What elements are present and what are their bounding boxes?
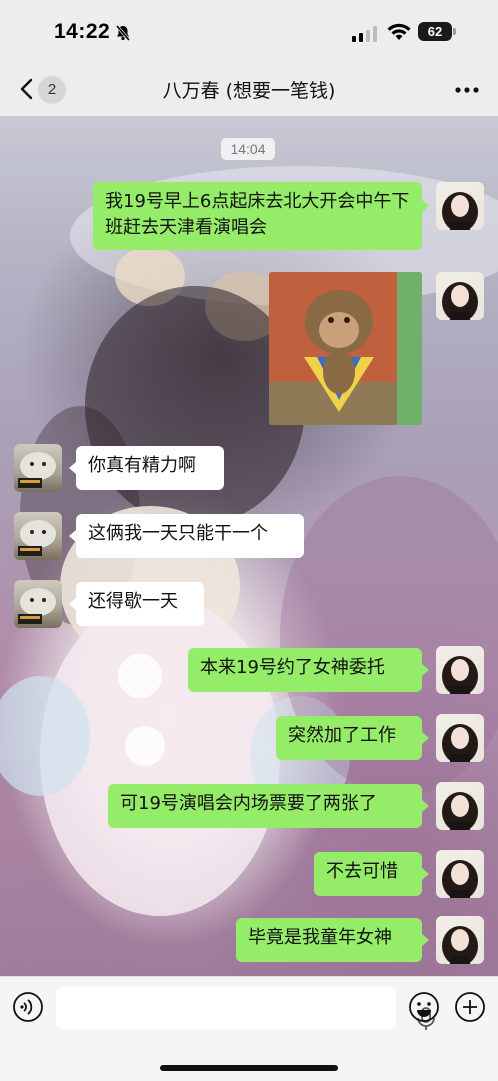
- monkey-sticker-image[interactable]: [269, 272, 422, 425]
- signal-icon: [352, 26, 378, 46]
- my-avatar[interactable]: [436, 272, 484, 320]
- contact-avatar[interactable]: [14, 444, 62, 492]
- bubble-tail: [422, 732, 429, 744]
- chat-title: 八万春 (想要一笔钱): [162, 80, 336, 102]
- plus-icon[interactable]: [454, 991, 486, 1023]
- message-input[interactable]: [56, 987, 435, 1030]
- more-icon[interactable]: [452, 76, 482, 104]
- bubble-tail: [422, 664, 429, 676]
- bubble-tail: [422, 934, 429, 946]
- contact-avatar[interactable]: [14, 512, 62, 560]
- bubble-tail: [69, 462, 76, 474]
- wifi-icon: [386, 22, 412, 46]
- bubble-tail: [422, 868, 429, 880]
- bubble-tail: [422, 200, 429, 212]
- contact-avatar[interactable]: [14, 580, 62, 628]
- bubble-tail: [69, 530, 76, 542]
- my-avatar[interactable]: [436, 916, 484, 964]
- message-bubble-received[interactable]: 你真有精力啊: [76, 446, 224, 490]
- message-bubble-sent[interactable]: 可19号演唱会内场票要了两张了: [108, 784, 422, 828]
- message-bubble-received[interactable]: 还得歇一天: [76, 582, 204, 626]
- unread-count-badge[interactable]: 2: [38, 76, 66, 104]
- voice-icon[interactable]: [12, 991, 44, 1023]
- chat-area[interactable]: 14:04 我19号早上6点起床去北大开会中午下班赶去天津看演唱会 你真有精力啊…: [0, 116, 498, 976]
- message-bubble-sent[interactable]: 本来19号约了女神委托: [188, 648, 422, 692]
- message-bubble-sent[interactable]: 我19号早上6点起床去北大开会中午下班赶去天津看演唱会: [93, 182, 422, 250]
- mute-bell-icon: [114, 24, 132, 46]
- chat-header: 2 八万春 (想要一笔钱): [0, 64, 498, 116]
- input-bar: [0, 976, 498, 1081]
- my-avatar[interactable]: [436, 714, 484, 762]
- status-bar: 14:22 62: [0, 0, 498, 64]
- battery-level: 62: [418, 22, 452, 41]
- status-time: 14:22: [54, 20, 111, 43]
- my-avatar[interactable]: [436, 182, 484, 230]
- message-bubble-sent[interactable]: 突然加了工作: [276, 716, 422, 760]
- bubble-tail: [422, 800, 429, 812]
- message-bubble-sent[interactable]: 不去可惜: [314, 852, 422, 896]
- home-indicator: [160, 1065, 338, 1071]
- message-bubble-sent[interactable]: 毕竟是我童年女神: [236, 918, 422, 962]
- message-bubble-received[interactable]: 这俩我一天只能干一个: [76, 514, 304, 558]
- emoji-icon[interactable]: [408, 991, 440, 1023]
- my-avatar[interactable]: [436, 646, 484, 694]
- my-avatar[interactable]: [436, 850, 484, 898]
- my-avatar[interactable]: [436, 782, 484, 830]
- chat-timestamp: 14:04: [221, 138, 275, 160]
- bubble-tail: [69, 598, 76, 610]
- battery-tip: [453, 28, 456, 35]
